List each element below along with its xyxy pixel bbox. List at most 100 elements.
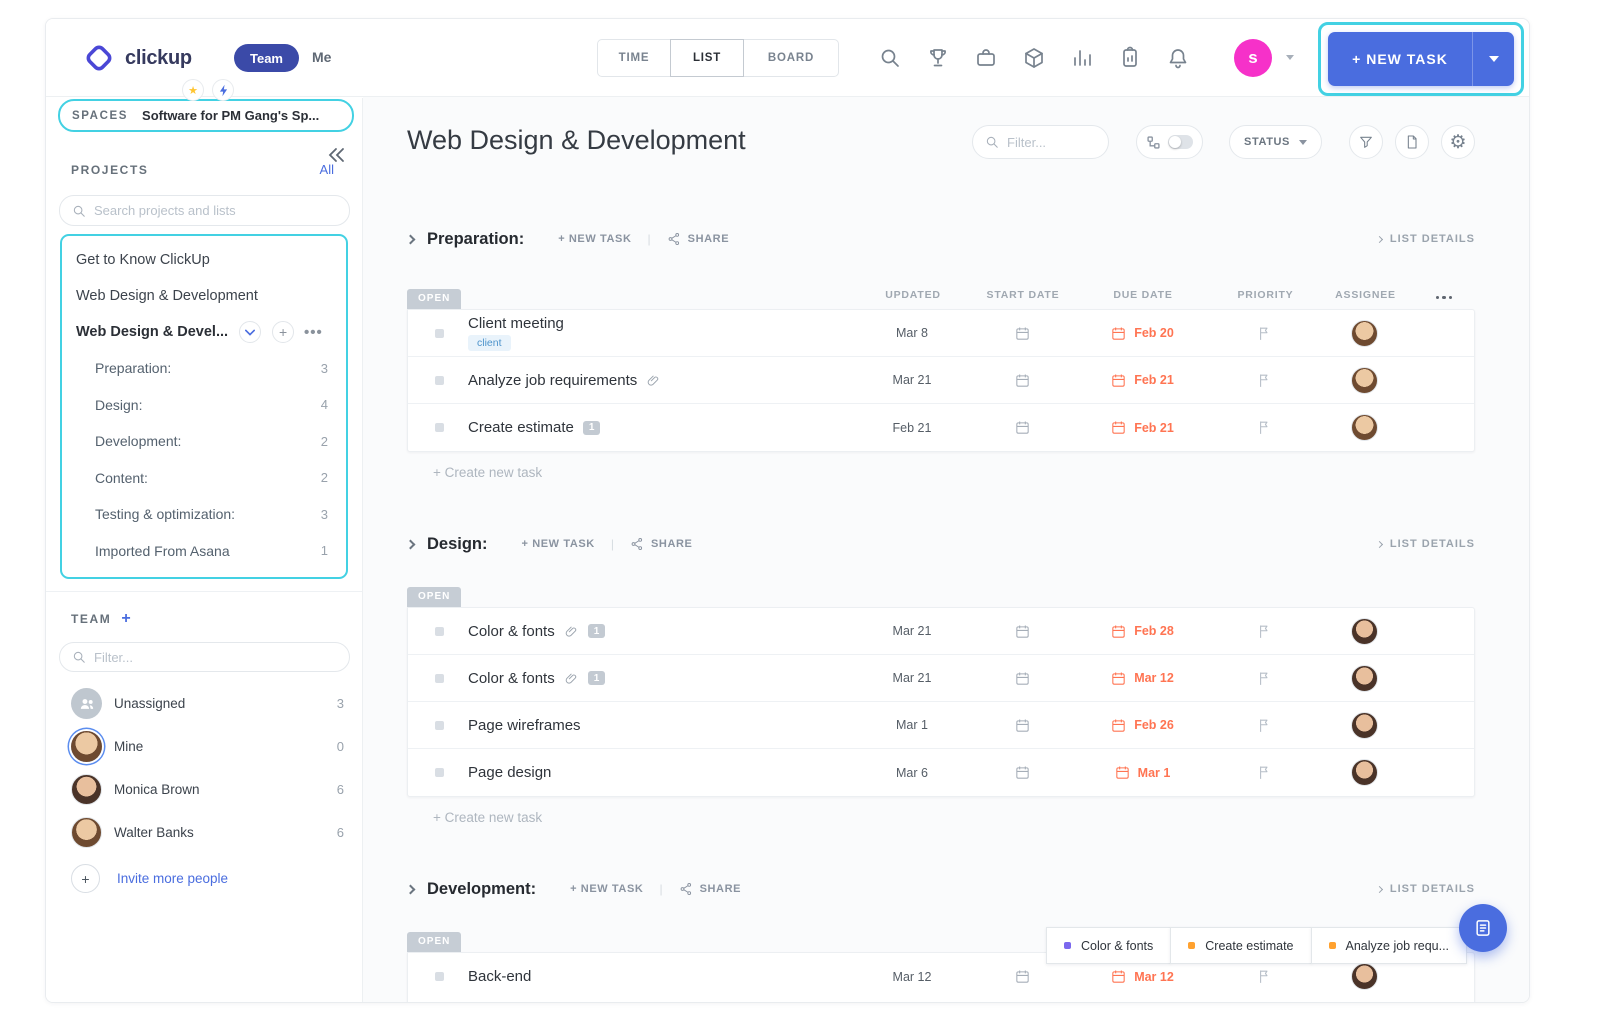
start-date-icon[interactable] xyxy=(1014,764,1031,781)
due-date-icon[interactable] xyxy=(1114,764,1131,781)
invite-people-button[interactable]: + Invite more people xyxy=(71,864,362,893)
list-details-button[interactable]: LIST DETAILS xyxy=(1377,233,1475,245)
task-name[interactable]: Client meeting xyxy=(468,315,564,332)
task-name[interactable]: Page design xyxy=(468,764,551,781)
chart-icon[interactable] xyxy=(1070,46,1094,70)
section-share-button[interactable]: SHARE xyxy=(667,232,730,246)
favorite-star-icon[interactable]: ★ xyxy=(182,79,204,101)
sidebar-list-item[interactable]: Testing & optimization: 3 xyxy=(62,496,346,533)
task-row[interactable]: Page design Mar 6 Mar 1 xyxy=(408,749,1474,796)
team-filter[interactable] xyxy=(59,642,350,672)
me-toggle-button[interactable]: Me xyxy=(312,49,331,65)
more-icon[interactable] xyxy=(1413,296,1475,310)
minimized-task[interactable]: Create estimate xyxy=(1170,927,1311,964)
priority-flag-icon[interactable] xyxy=(1256,717,1273,734)
assignee-avatar[interactable] xyxy=(1351,759,1378,786)
status-checkbox[interactable] xyxy=(435,627,444,636)
task-name[interactable]: Page wireframes xyxy=(468,717,581,734)
status-checkbox[interactable] xyxy=(435,721,444,730)
status-group-open[interactable]: OPEN xyxy=(407,289,461,309)
attachment-icon[interactable] xyxy=(646,373,661,388)
tab-time[interactable]: TIME xyxy=(597,39,671,77)
list-details-button[interactable]: LIST DETAILS xyxy=(1377,883,1475,895)
task-row[interactable]: Analyze job requirements Mar 21 Feb 21 xyxy=(408,357,1474,404)
doc-button[interactable] xyxy=(1395,125,1429,159)
attachment-icon[interactable] xyxy=(564,624,579,639)
task-filter[interactable] xyxy=(972,125,1109,159)
section-title[interactable]: Development: xyxy=(427,880,536,899)
settings-button[interactable]: ⚙ xyxy=(1441,125,1475,159)
filter-button[interactable] xyxy=(1349,125,1383,159)
sidebar-list-item[interactable]: Preparation: 3 xyxy=(62,350,346,387)
start-date-icon[interactable] xyxy=(1014,670,1031,687)
team-member-row[interactable]: Unassigned 3 xyxy=(46,682,362,725)
box-icon[interactable] xyxy=(1022,46,1046,70)
status-group-open[interactable]: OPEN xyxy=(407,932,461,952)
due-date-icon[interactable] xyxy=(1110,372,1127,389)
section-share-button[interactable]: SHARE xyxy=(630,537,693,551)
attachment-icon[interactable] xyxy=(564,671,579,686)
due-date-icon[interactable] xyxy=(1110,419,1127,436)
team-member-row[interactable]: Mine 0 xyxy=(46,725,362,768)
new-task-dropdown[interactable] xyxy=(1472,32,1514,86)
user-avatar[interactable]: s xyxy=(1234,39,1272,77)
project-more-icon[interactable]: ••• xyxy=(304,324,323,341)
priority-flag-icon[interactable] xyxy=(1256,419,1273,436)
due-date[interactable]: Mar 12 xyxy=(1134,970,1174,984)
section-new-task-button[interactable]: + NEW TASK xyxy=(558,233,631,245)
status-checkbox[interactable] xyxy=(435,674,444,683)
team-member-row[interactable]: Walter Banks 6 xyxy=(46,811,362,854)
toggle-switch[interactable] xyxy=(1168,135,1193,149)
section-share-button[interactable]: SHARE xyxy=(679,882,742,896)
tab-list[interactable]: LIST xyxy=(670,39,744,77)
due-date-icon[interactable] xyxy=(1110,968,1127,985)
project-search[interactable] xyxy=(59,195,350,226)
add-list-button[interactable]: + xyxy=(272,321,294,343)
due-date[interactable]: Feb 26 xyxy=(1134,718,1174,732)
sidebar-list-item[interactable]: Content: 2 xyxy=(62,460,346,497)
list-details-button[interactable]: LIST DETAILS xyxy=(1377,538,1475,550)
minimized-task[interactable]: Analyze job requ... xyxy=(1311,927,1468,964)
bell-icon[interactable] xyxy=(1166,46,1190,70)
status-checkbox[interactable] xyxy=(435,329,444,338)
minimized-task[interactable]: Color & fonts xyxy=(1046,927,1171,964)
task-filter-input[interactable] xyxy=(1007,135,1096,150)
task-name[interactable]: Back-end xyxy=(468,968,531,985)
new-task-button[interactable]: + NEW TASK xyxy=(1328,32,1514,86)
task-name[interactable]: Color & fonts xyxy=(468,670,555,687)
priority-flag-icon[interactable] xyxy=(1256,968,1273,985)
projects-all-link[interactable]: All xyxy=(320,162,334,177)
due-date[interactable]: Feb 21 xyxy=(1134,421,1174,435)
due-date-icon[interactable] xyxy=(1110,325,1127,342)
assignee-avatar[interactable] xyxy=(1351,367,1378,394)
due-date[interactable]: Mar 1 xyxy=(1138,766,1171,780)
start-date-icon[interactable] xyxy=(1014,717,1031,734)
team-toggle-button[interactable]: Team xyxy=(234,44,299,72)
priority-flag-icon[interactable] xyxy=(1256,670,1273,687)
chevron-right-icon[interactable] xyxy=(406,884,416,894)
team-member-row[interactable]: Monica Brown 6 xyxy=(46,768,362,811)
tab-board[interactable]: BOARD xyxy=(743,39,839,77)
status-checkbox[interactable] xyxy=(435,972,444,981)
sidebar-project-web-design[interactable]: Web Design & Development xyxy=(62,278,346,314)
due-date-icon[interactable] xyxy=(1110,717,1127,734)
chevron-right-icon[interactable] xyxy=(406,539,416,549)
priority-flag-icon[interactable] xyxy=(1256,623,1273,640)
due-date[interactable]: Feb 28 xyxy=(1134,624,1174,638)
avatar-caret-icon[interactable] xyxy=(1286,55,1294,60)
start-date-icon[interactable] xyxy=(1014,325,1031,342)
sidebar-list-item[interactable]: Design: 4 xyxy=(62,387,346,424)
section-title[interactable]: Preparation: xyxy=(427,230,524,249)
assignee-avatar[interactable] xyxy=(1351,665,1378,692)
assignee-avatar[interactable] xyxy=(1351,414,1378,441)
clickup-logo[interactable]: clickup xyxy=(82,41,192,75)
priority-flag-icon[interactable] xyxy=(1256,372,1273,389)
due-date[interactable]: Feb 20 xyxy=(1134,326,1174,340)
start-date-icon[interactable] xyxy=(1014,968,1031,985)
create-new-task-button[interactable]: + Create new task xyxy=(407,810,1475,825)
subtasks-toggle[interactable] xyxy=(1136,125,1203,159)
task-row[interactable]: Create estimate 1 Feb 21 Feb 21 xyxy=(408,404,1474,451)
sidebar-list-item[interactable]: Development: 2 xyxy=(62,423,346,460)
task-row[interactable]: Client meeting client Mar 8 Feb 20 xyxy=(408,310,1474,357)
sidebar-list-item[interactable]: Imported From Asana 1 xyxy=(62,533,346,570)
